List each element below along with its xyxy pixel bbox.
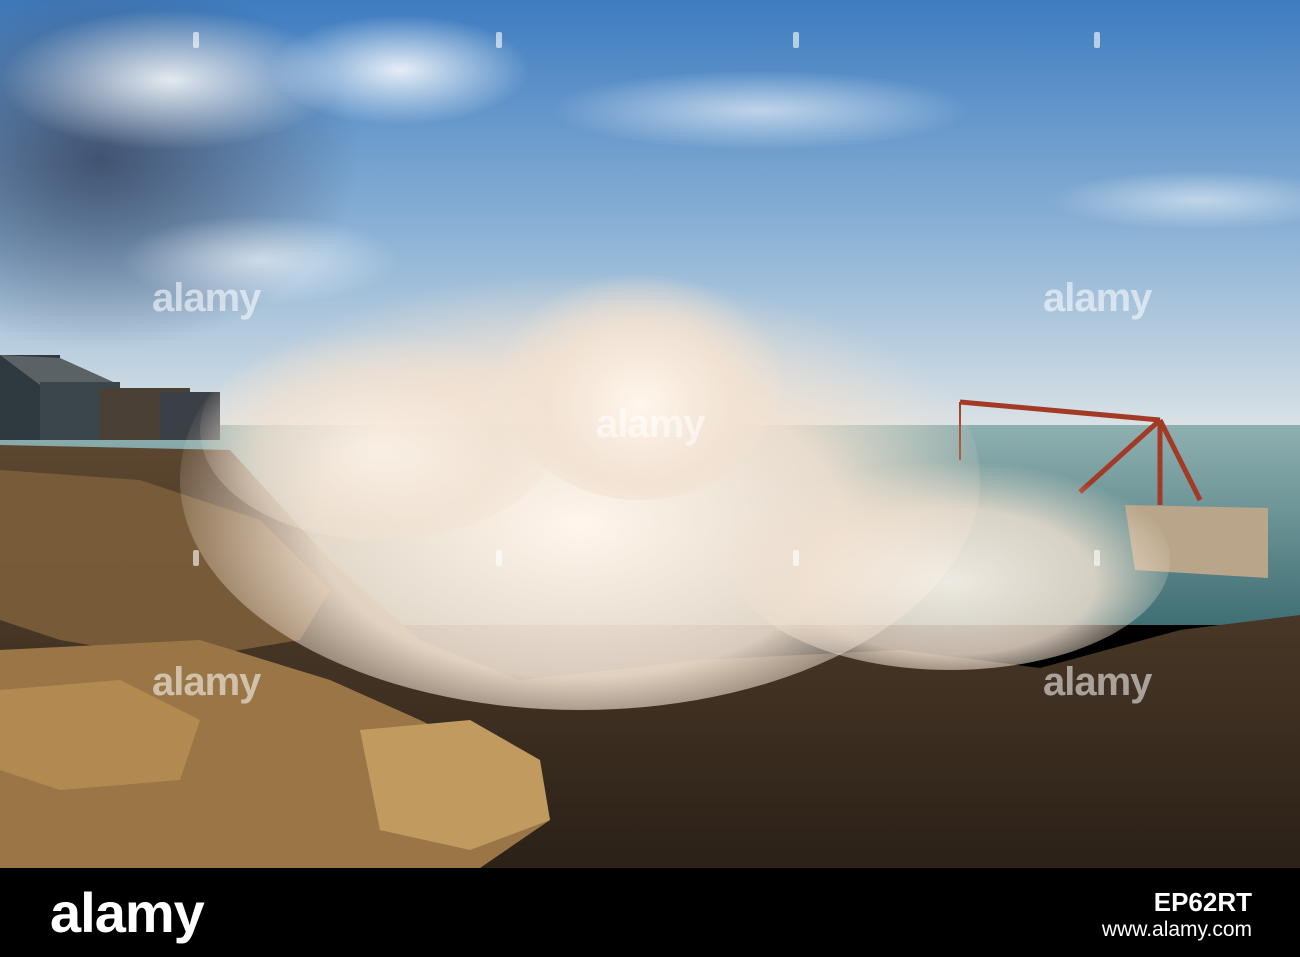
watermark-text: alamy <box>152 276 261 320</box>
watermark-text: alamy <box>1043 660 1152 704</box>
cloud <box>550 70 970 150</box>
site-url: www.alamy.com <box>1101 918 1252 941</box>
image-reference: EP62RT www.alamy.com <box>1102 888 1252 944</box>
watermark-mark <box>193 550 199 566</box>
watermark-text: alamy <box>152 660 261 704</box>
watermark-text: alamy <box>1043 276 1152 320</box>
image-id: EP62RT <box>1153 887 1252 917</box>
watermark-mark <box>193 32 199 48</box>
watermark-mark <box>1094 550 1100 566</box>
cloud <box>270 15 530 125</box>
watermark-text: alamy <box>596 402 705 446</box>
watermark-mark <box>1094 32 1100 48</box>
wave-spray <box>200 320 560 540</box>
watermark-mark <box>496 32 502 48</box>
alamy-logo: alamy <box>50 881 205 944</box>
watermark-mark <box>793 550 799 566</box>
seascape-photo: alamy alamy alamy alamy alamy <box>0 0 1300 868</box>
watermark-mark <box>793 32 799 48</box>
watermark-mark <box>496 550 502 566</box>
